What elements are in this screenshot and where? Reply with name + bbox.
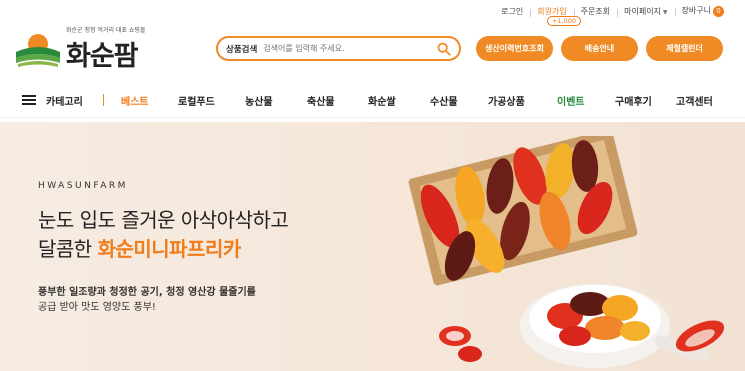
search-bar: 상품검색 (216, 36, 461, 61)
banner-desc-2: 공급 받아 맛도 영양도 풍부! (38, 302, 156, 313)
category-label: 카테고리 (46, 96, 83, 108)
nav-item-support[interactable]: 고객센터 (676, 93, 713, 108)
nav-item-livestock[interactable]: 축산물 (307, 93, 335, 108)
banner-eyebrow: HWASUNFARM (38, 181, 128, 191)
nav-item-best[interactable]: 베스트 (121, 93, 149, 108)
farm-logo-icon (16, 34, 60, 67)
main-nav: 카테고리 베스트 로컬푸드 농산물 축산물 화순쌀 수산물 가공상품 이벤트 구… (0, 86, 745, 114)
mypage-label: 마이페이지 (624, 6, 661, 16)
category-menu-button[interactable]: 카테고리 (22, 93, 83, 108)
nav-item-agri[interactable]: 농산물 (245, 93, 273, 108)
logo-tagline: 화순군 청정 먹거리 대표 쇼핑몰 (66, 27, 146, 34)
nav-item-localfood[interactable]: 로컬푸드 (178, 93, 215, 108)
hero-banner[interactable]: HWASUNFARM 눈도 입도 즐거운 아삭아삭하고 달콤한 화순미니파프리카… (0, 122, 745, 371)
join-bonus-badge: +1,000 (547, 16, 582, 26)
search-scope-label: 상품검색 (226, 44, 258, 55)
logo-text: 화순팜 (66, 41, 139, 72)
search-icon[interactable] (437, 42, 451, 56)
nav-item-reviews[interactable]: 구매후기 (615, 93, 652, 108)
order-check-link[interactable]: 주문조회 (573, 6, 617, 17)
banner-headline-1: 눈도 입도 즐거운 아삭아삭하고 (38, 208, 289, 232)
mypage-link[interactable]: 마이페이지 ▼ (617, 6, 674, 17)
login-link[interactable]: 로그인 (494, 6, 530, 17)
cart-link[interactable]: 장바구니 0 (674, 5, 731, 17)
search-input[interactable] (263, 44, 437, 53)
nav-item-rice[interactable]: 화순쌀 (368, 93, 396, 108)
cart-label: 장바구니 (681, 6, 711, 15)
nav-divider-line (0, 117, 745, 118)
banner-headline-highlight: 화순미니파프리카 (97, 237, 242, 261)
chevron-down-icon: ▼ (662, 8, 668, 16)
season-calendar-button[interactable]: 제철캘린더 (646, 36, 723, 61)
delivery-info-button[interactable]: 배송안내 (561, 36, 638, 61)
nav-item-event[interactable]: 이벤트 (557, 93, 585, 108)
trace-number-button[interactable]: 생산이력번호조회 (476, 36, 553, 61)
site-logo[interactable]: 화순군 청정 먹거리 대표 쇼핑몰 화순팜 (14, 22, 164, 72)
nav-item-processed[interactable]: 가공상품 (488, 93, 525, 108)
banner-headline-2: 달콤한 화순미니파프리카 (38, 233, 241, 262)
nav-item-seafood[interactable]: 수산물 (430, 93, 458, 108)
banner-desc-1: 풍부한 일조량과 청정한 공기, 청정 영산강 물줄기를 (38, 287, 256, 298)
banner-headline-2-prefix: 달콤한 (38, 237, 98, 261)
hamburger-icon (22, 95, 36, 105)
join-link[interactable]: 회원가입 (530, 6, 573, 17)
utility-nav: 로그인 회원가입 주문조회 마이페이지 ▼ 장바구니 0 (494, 4, 731, 18)
paprika-illustration (408, 136, 725, 368)
cart-count-badge: 0 (713, 6, 724, 17)
nav-divider (103, 94, 104, 106)
